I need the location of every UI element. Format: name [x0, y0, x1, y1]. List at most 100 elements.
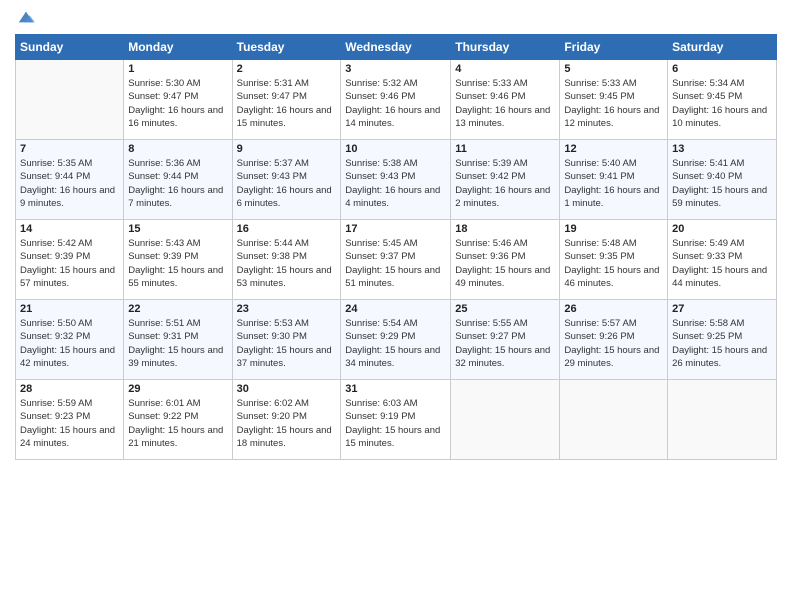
sunset-text: Sunset: 9:37 PM [345, 251, 415, 262]
daylight-text: Daylight: 15 hours and 29 minutes. [564, 345, 659, 369]
calendar-cell: 10 Sunrise: 5:38 AM Sunset: 9:43 PM Dayl… [341, 140, 451, 220]
calendar-week: 14 Sunrise: 5:42 AM Sunset: 9:39 PM Dayl… [16, 220, 777, 300]
cell-info: Sunrise: 5:43 AM Sunset: 9:39 PM Dayligh… [128, 237, 227, 290]
sunrise-text: Sunrise: 5:40 AM [564, 158, 636, 169]
weekday-header: Thursday [451, 35, 560, 60]
daylight-text: Daylight: 15 hours and 18 minutes. [237, 425, 332, 449]
cell-info: Sunrise: 5:57 AM Sunset: 9:26 PM Dayligh… [564, 317, 663, 370]
cell-info: Sunrise: 5:45 AM Sunset: 9:37 PM Dayligh… [345, 237, 446, 290]
weekday-header: Saturday [668, 35, 777, 60]
cell-info: Sunrise: 5:42 AM Sunset: 9:39 PM Dayligh… [20, 237, 119, 290]
cell-info: Sunrise: 5:37 AM Sunset: 9:43 PM Dayligh… [237, 157, 337, 210]
daylight-text: Daylight: 15 hours and 34 minutes. [345, 345, 440, 369]
sunrise-text: Sunrise: 5:37 AM [237, 158, 309, 169]
sunrise-text: Sunrise: 5:35 AM [20, 158, 92, 169]
weekday-header: Monday [124, 35, 232, 60]
daylight-text: Daylight: 16 hours and 2 minutes. [455, 185, 550, 209]
sunrise-text: Sunrise: 5:33 AM [455, 78, 527, 89]
daylight-text: Daylight: 15 hours and 53 minutes. [237, 265, 332, 289]
daylight-text: Daylight: 15 hours and 32 minutes. [455, 345, 550, 369]
sunrise-text: Sunrise: 5:41 AM [672, 158, 744, 169]
daylight-text: Daylight: 16 hours and 6 minutes. [237, 185, 332, 209]
calendar-cell: 22 Sunrise: 5:51 AM Sunset: 9:31 PM Dayl… [124, 300, 232, 380]
cell-info: Sunrise: 6:02 AM Sunset: 9:20 PM Dayligh… [237, 397, 337, 450]
sunrise-text: Sunrise: 5:34 AM [672, 78, 744, 89]
day-number: 24 [345, 303, 446, 315]
daylight-text: Daylight: 16 hours and 4 minutes. [345, 185, 440, 209]
day-number: 6 [672, 63, 772, 75]
daylight-text: Daylight: 16 hours and 13 minutes. [455, 105, 550, 129]
cell-info: Sunrise: 5:49 AM Sunset: 9:33 PM Dayligh… [672, 237, 772, 290]
calendar-cell: 17 Sunrise: 5:45 AM Sunset: 9:37 PM Dayl… [341, 220, 451, 300]
calendar-cell: 3 Sunrise: 5:32 AM Sunset: 9:46 PM Dayli… [341, 60, 451, 140]
daylight-text: Daylight: 15 hours and 46 minutes. [564, 265, 659, 289]
day-number: 20 [672, 223, 772, 235]
sunrise-text: Sunrise: 5:30 AM [128, 78, 200, 89]
day-number: 14 [20, 223, 119, 235]
cell-info: Sunrise: 6:03 AM Sunset: 9:19 PM Dayligh… [345, 397, 446, 450]
cell-info: Sunrise: 5:34 AM Sunset: 9:45 PM Dayligh… [672, 77, 772, 130]
sunset-text: Sunset: 9:41 PM [564, 171, 634, 182]
daylight-text: Daylight: 15 hours and 26 minutes. [672, 345, 767, 369]
sunset-text: Sunset: 9:31 PM [128, 331, 198, 342]
sunset-text: Sunset: 9:46 PM [455, 91, 525, 102]
daylight-text: Daylight: 16 hours and 16 minutes. [128, 105, 223, 129]
calendar-week: 21 Sunrise: 5:50 AM Sunset: 9:32 PM Dayl… [16, 300, 777, 380]
day-number: 25 [455, 303, 555, 315]
cell-info: Sunrise: 5:58 AM Sunset: 9:25 PM Dayligh… [672, 317, 772, 370]
sunrise-text: Sunrise: 5:43 AM [128, 238, 200, 249]
sunset-text: Sunset: 9:29 PM [345, 331, 415, 342]
daylight-text: Daylight: 16 hours and 9 minutes. [20, 185, 115, 209]
calendar-cell: 19 Sunrise: 5:48 AM Sunset: 9:35 PM Dayl… [560, 220, 668, 300]
calendar-cell: 1 Sunrise: 5:30 AM Sunset: 9:47 PM Dayli… [124, 60, 232, 140]
logo [15, 10, 35, 26]
calendar-cell [451, 380, 560, 460]
day-number: 3 [345, 63, 446, 75]
sunrise-text: Sunrise: 5:50 AM [20, 318, 92, 329]
sunset-text: Sunset: 9:35 PM [564, 251, 634, 262]
day-number: 26 [564, 303, 663, 315]
daylight-text: Daylight: 15 hours and 15 minutes. [345, 425, 440, 449]
cell-info: Sunrise: 5:41 AM Sunset: 9:40 PM Dayligh… [672, 157, 772, 210]
sunrise-text: Sunrise: 5:48 AM [564, 238, 636, 249]
sunset-text: Sunset: 9:45 PM [564, 91, 634, 102]
weekday-header: Sunday [16, 35, 124, 60]
calendar-cell [16, 60, 124, 140]
sunrise-text: Sunrise: 6:03 AM [345, 398, 417, 409]
cell-info: Sunrise: 5:48 AM Sunset: 9:35 PM Dayligh… [564, 237, 663, 290]
daylight-text: Daylight: 16 hours and 10 minutes. [672, 105, 767, 129]
day-number: 8 [128, 143, 227, 155]
calendar-week: 28 Sunrise: 5:59 AM Sunset: 9:23 PM Dayl… [16, 380, 777, 460]
calendar-cell: 28 Sunrise: 5:59 AM Sunset: 9:23 PM Dayl… [16, 380, 124, 460]
calendar-cell: 2 Sunrise: 5:31 AM Sunset: 9:47 PM Dayli… [232, 60, 341, 140]
day-number: 10 [345, 143, 446, 155]
sunset-text: Sunset: 9:39 PM [20, 251, 90, 262]
sunset-text: Sunset: 9:43 PM [237, 171, 307, 182]
calendar-cell: 11 Sunrise: 5:39 AM Sunset: 9:42 PM Dayl… [451, 140, 560, 220]
sunset-text: Sunset: 9:19 PM [345, 411, 415, 422]
calendar-cell: 23 Sunrise: 5:53 AM Sunset: 9:30 PM Dayl… [232, 300, 341, 380]
sunset-text: Sunset: 9:27 PM [455, 331, 525, 342]
cell-info: Sunrise: 5:51 AM Sunset: 9:31 PM Dayligh… [128, 317, 227, 370]
calendar-cell: 7 Sunrise: 5:35 AM Sunset: 9:44 PM Dayli… [16, 140, 124, 220]
calendar-cell: 31 Sunrise: 6:03 AM Sunset: 9:19 PM Dayl… [341, 380, 451, 460]
daylight-text: Daylight: 15 hours and 57 minutes. [20, 265, 115, 289]
calendar-container: SundayMondayTuesdayWednesdayThursdayFrid… [0, 0, 792, 612]
day-number: 17 [345, 223, 446, 235]
cell-info: Sunrise: 5:31 AM Sunset: 9:47 PM Dayligh… [237, 77, 337, 130]
day-number: 5 [564, 63, 663, 75]
day-number: 30 [237, 383, 337, 395]
cell-info: Sunrise: 5:44 AM Sunset: 9:38 PM Dayligh… [237, 237, 337, 290]
daylight-text: Daylight: 16 hours and 15 minutes. [237, 105, 332, 129]
day-number: 9 [237, 143, 337, 155]
sunrise-text: Sunrise: 5:39 AM [455, 158, 527, 169]
sunrise-text: Sunrise: 5:33 AM [564, 78, 636, 89]
day-number: 29 [128, 383, 227, 395]
day-number: 31 [345, 383, 446, 395]
day-number: 28 [20, 383, 119, 395]
calendar-cell: 29 Sunrise: 6:01 AM Sunset: 9:22 PM Dayl… [124, 380, 232, 460]
sunrise-text: Sunrise: 6:02 AM [237, 398, 309, 409]
sunrise-text: Sunrise: 5:58 AM [672, 318, 744, 329]
daylight-text: Daylight: 15 hours and 21 minutes. [128, 425, 223, 449]
daylight-text: Daylight: 16 hours and 7 minutes. [128, 185, 223, 209]
